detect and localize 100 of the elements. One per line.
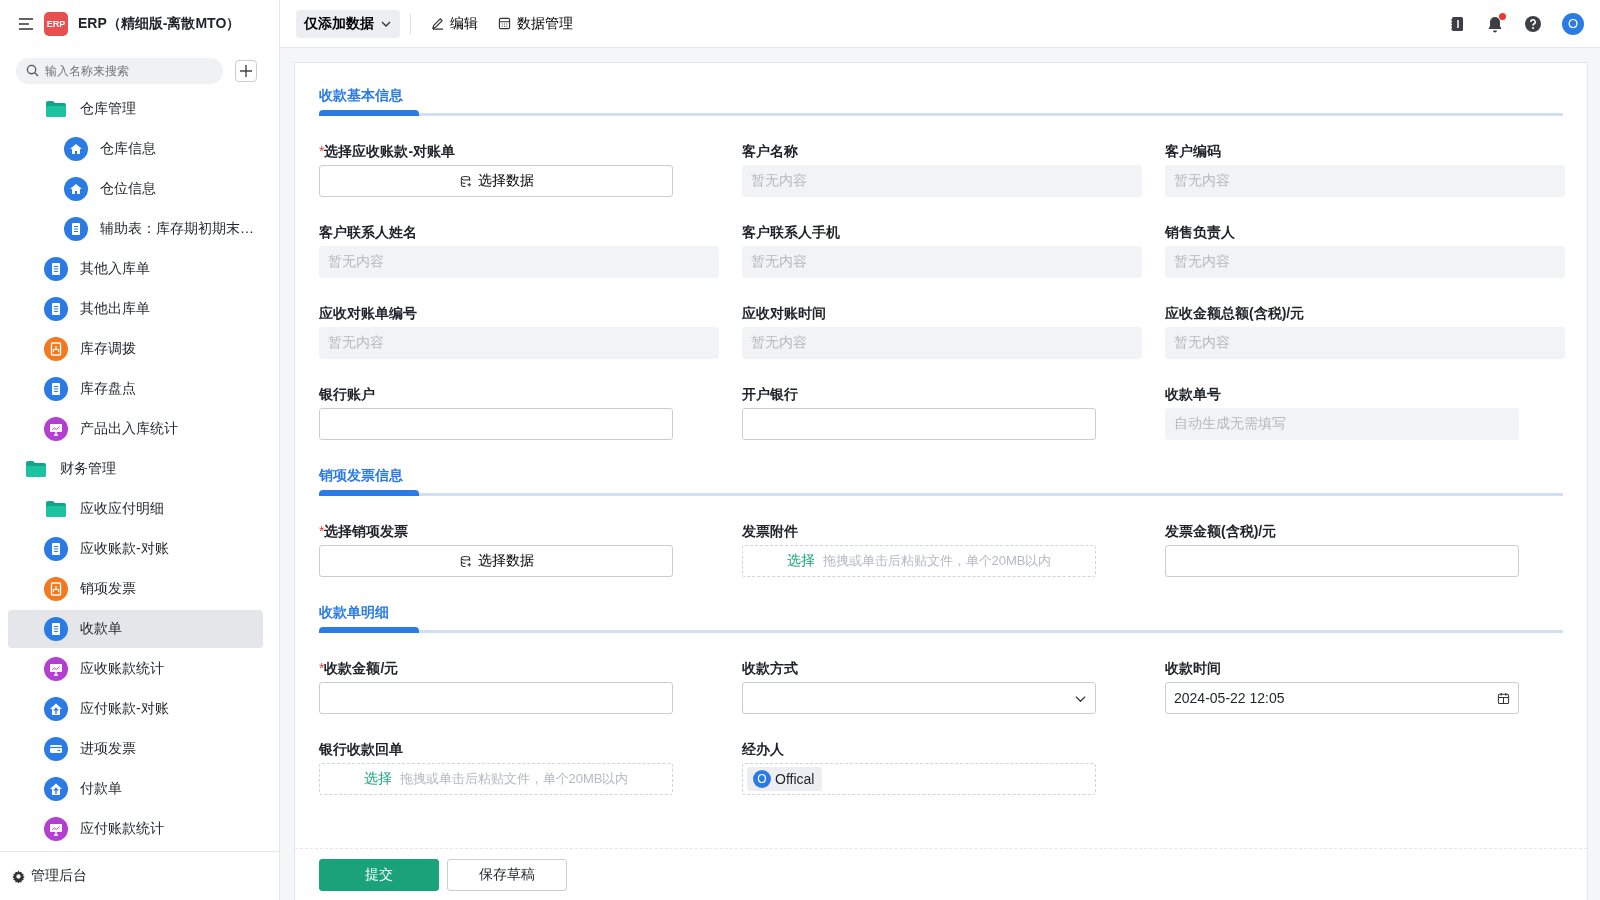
user-avatar[interactable]: O bbox=[1562, 12, 1584, 35]
readonly-field: 暂无内容 bbox=[1165, 246, 1565, 278]
sidebar-item[interactable]: 其他入库单 bbox=[8, 250, 263, 288]
database-icon bbox=[458, 174, 472, 188]
input-field[interactable] bbox=[1165, 545, 1519, 577]
select-data-button[interactable]: 选择数据 bbox=[319, 545, 673, 577]
readonly-field: 自动生成无需填写 bbox=[1165, 408, 1519, 440]
dropdown-field[interactable] bbox=[742, 682, 1096, 714]
readonly-field: 暂无内容 bbox=[742, 246, 1142, 278]
document-icon bbox=[44, 537, 68, 561]
field-label: 发票附件 bbox=[742, 523, 799, 541]
admin-link[interactable]: 管理后台 bbox=[31, 867, 87, 885]
field-label: *选择销项发票 bbox=[319, 523, 410, 541]
search-field[interactable]: 输入名称来搜索 bbox=[16, 58, 223, 84]
field-label: *收款金额/元 bbox=[319, 660, 400, 678]
field-label: 收款单号 bbox=[1165, 386, 1222, 404]
field-label: 银行账户 bbox=[319, 386, 376, 404]
house-icon bbox=[64, 137, 88, 161]
member-field[interactable]: O Offical bbox=[742, 763, 1096, 795]
field-label: 客户联系人手机 bbox=[742, 224, 841, 242]
sidebar-item[interactable]: 应付账款统计 bbox=[8, 810, 263, 848]
input-field[interactable] bbox=[319, 682, 673, 714]
plus-icon bbox=[239, 64, 253, 78]
sidebar-item[interactable]: 进项发票 bbox=[8, 730, 263, 768]
sidebar-item[interactable]: 收款单 bbox=[8, 610, 263, 648]
sidebar-item[interactable]: 财务管理 bbox=[8, 450, 263, 488]
field-label: 发票金额(含税)/元 bbox=[1165, 523, 1278, 541]
document-icon bbox=[44, 377, 68, 401]
field-label: 银行收款回单 bbox=[319, 741, 404, 759]
field-label: 经办人 bbox=[742, 741, 785, 759]
sidebar-item[interactable]: 库存盘点 bbox=[8, 370, 263, 408]
sidebar-item[interactable]: 应付账款-对账 bbox=[8, 690, 263, 728]
pencil-icon bbox=[431, 17, 444, 30]
hierarchy-icon bbox=[44, 337, 68, 361]
sidebar-item[interactable]: 付款单 bbox=[8, 770, 263, 808]
readonly-field: 暂无内容 bbox=[742, 165, 1142, 197]
sidebar-item[interactable]: 应收应付明细 bbox=[8, 490, 263, 528]
menu-icon bbox=[18, 17, 34, 31]
monitor-chart-icon bbox=[44, 657, 68, 681]
card-icon bbox=[44, 737, 68, 761]
field-label: 客户名称 bbox=[742, 143, 799, 161]
sidebar-item[interactable]: 销项发票 bbox=[8, 570, 263, 608]
calendar-icon bbox=[1497, 691, 1510, 705]
search-icon bbox=[26, 64, 39, 77]
field-label: 收款方式 bbox=[742, 660, 799, 678]
sidebar-item[interactable]: 仓库信息 bbox=[8, 130, 263, 168]
sidebar-item[interactable]: 仓库管理 bbox=[8, 90, 263, 128]
select-data-button[interactable]: 选择数据 bbox=[319, 165, 673, 197]
house-icon bbox=[64, 177, 88, 201]
sidebar-item[interactable]: 应收账款统计 bbox=[8, 650, 263, 688]
table-icon bbox=[498, 17, 511, 30]
document-icon bbox=[64, 217, 88, 241]
readonly-field: 暂无内容 bbox=[319, 246, 719, 278]
field-label: *选择应收账款-对账单 bbox=[319, 143, 457, 161]
sidebar-item[interactable]: 其他出库单 bbox=[8, 290, 263, 328]
field-label: 客户联系人姓名 bbox=[319, 224, 418, 242]
section-title: 收款基本信息 bbox=[319, 87, 404, 105]
monitor-chart-icon bbox=[44, 417, 68, 441]
input-field[interactable] bbox=[742, 408, 1096, 440]
field-label: 应收对账时间 bbox=[742, 305, 827, 323]
upload-hint: 拖拽或单击后粘贴文件，单个20MB以内 bbox=[822, 552, 1052, 570]
section-title: 销项发票信息 bbox=[319, 467, 404, 485]
app-title: ERP（精细版-离散MTO） bbox=[78, 15, 241, 33]
gear-icon bbox=[12, 869, 25, 883]
field-label: 客户编码 bbox=[1165, 143, 1222, 161]
add-button[interactable] bbox=[235, 60, 257, 82]
sidebar-item[interactable]: 辅助表：库存期初期末… bbox=[8, 210, 263, 248]
monitor-chart-icon bbox=[44, 817, 68, 841]
field-label: 应收金额总额(含税)/元 bbox=[1165, 305, 1306, 323]
help-icon[interactable] bbox=[1524, 14, 1542, 33]
field-label: 收款时间 bbox=[1165, 660, 1222, 678]
document-icon bbox=[44, 617, 68, 641]
input-field[interactable] bbox=[319, 408, 673, 440]
member-avatar: O bbox=[753, 770, 771, 788]
document-icon bbox=[44, 257, 68, 281]
edit-button[interactable]: 编辑 bbox=[421, 14, 488, 33]
upload-hint: 拖拽或单击后粘贴文件，单个20MB以内 bbox=[399, 770, 629, 788]
readonly-field: 暂无内容 bbox=[1165, 165, 1565, 197]
sidebar-item[interactable]: 库存调拨 bbox=[8, 330, 263, 368]
save-draft-button[interactable]: 保存草稿 bbox=[447, 859, 567, 891]
logo-text: ERP bbox=[46, 19, 66, 29]
readonly-field: 暂无内容 bbox=[742, 327, 1142, 359]
sidebar-item[interactable]: 仓位信息 bbox=[8, 170, 263, 208]
field-label: 销售负责人 bbox=[1165, 224, 1236, 242]
field-label: 开户银行 bbox=[742, 386, 799, 404]
datetime-field[interactable]: 2024-05-22 12:05 bbox=[1165, 682, 1519, 714]
hierarchy-icon bbox=[44, 577, 68, 601]
readonly-field: 暂无内容 bbox=[319, 327, 719, 359]
sidebar-item[interactable]: 应收账款-对账 bbox=[8, 530, 263, 568]
notebook-icon[interactable] bbox=[1448, 14, 1466, 33]
bell-icon[interactable] bbox=[1486, 14, 1504, 33]
section-title: 收款单明细 bbox=[319, 604, 390, 622]
database-icon bbox=[458, 554, 472, 568]
field-label: 应收对账单编号 bbox=[319, 305, 418, 323]
member-chip[interactable]: O Offical bbox=[747, 767, 823, 791]
view-dropdown[interactable]: 仅添加数据 bbox=[296, 9, 400, 38]
readonly-field: 暂无内容 bbox=[1165, 327, 1565, 359]
data-manage-button[interactable]: 数据管理 bbox=[488, 14, 583, 33]
document-icon bbox=[44, 297, 68, 321]
sidebar-item[interactable]: 产品出入库统计 bbox=[8, 410, 263, 448]
